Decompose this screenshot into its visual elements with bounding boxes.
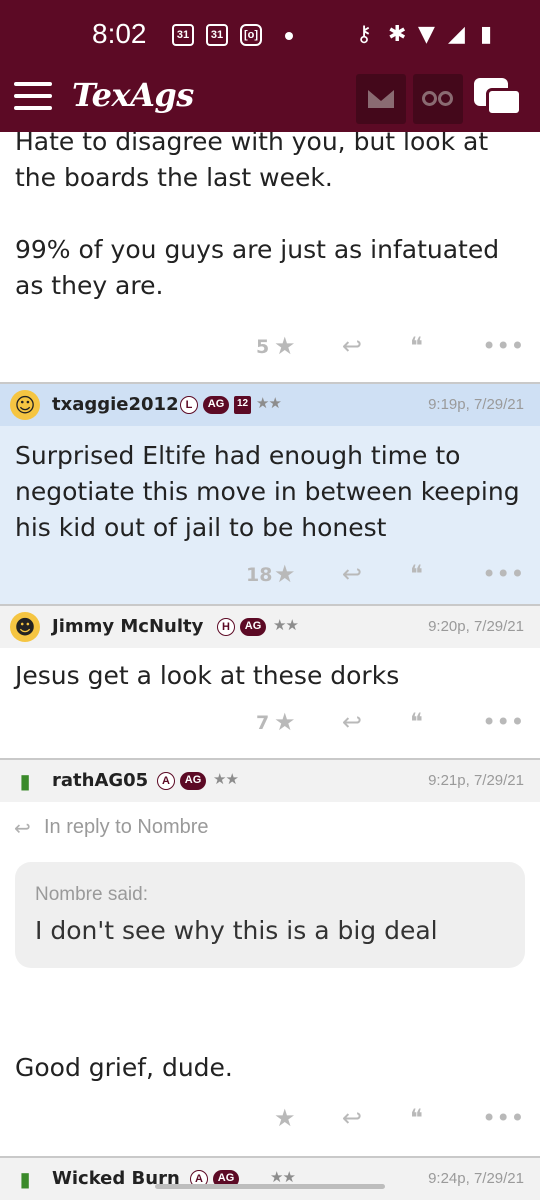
status-bar: 8:02 31 31 [o] ⚷ ✱ ▼ ◢ ▮ — [0, 0, 540, 72]
battery-icon: ▮ — [480, 22, 493, 47]
post-actions: 18 ★ ↩ ❝ ••• — [0, 546, 540, 604]
avatar[interactable]: ☺ — [10, 390, 40, 420]
binoculars-icon — [422, 91, 454, 107]
reply-icon[interactable]: ↩ — [342, 332, 362, 360]
home-indicator[interactable] — [155, 1184, 385, 1189]
messages-button[interactable] — [356, 74, 406, 124]
post-actions: 5 ★ ↩ ❝ ••• — [0, 318, 540, 382]
more-icon[interactable]: ••• — [482, 708, 524, 736]
ag-badge: AG — [240, 618, 266, 636]
quote-icon[interactable]: ❝ — [410, 1104, 423, 1132]
post-time: 9:19p, 7/29/21 — [428, 396, 524, 413]
rating-stars: ★★ — [256, 394, 282, 412]
bluetooth-icon: ✱ — [388, 22, 407, 47]
user-badge: L — [180, 396, 198, 414]
post-header: ☻ Jimmy McNulty H AG ★★ 9:20p, 7/29/21 — [0, 604, 540, 648]
avatar[interactable]: ☻ — [10, 612, 40, 642]
reply-icon[interactable]: ↩ — [342, 1104, 362, 1132]
post-header: ▮ rathAG05 A AG ★★ 9:21p, 7/29/21 — [0, 758, 540, 802]
post-actions: 7 ★ ↩ ❝ ••• — [0, 694, 540, 758]
phone-avatar[interactable]: ▮ — [10, 1164, 40, 1194]
phone-avatar[interactable]: ▮ — [10, 766, 40, 796]
quote-icon[interactable]: ❝ — [410, 332, 423, 360]
rating-stars: ★★ — [273, 616, 299, 634]
reply-icon[interactable]: ↩ — [342, 560, 362, 588]
post: ☻ Jimmy McNulty H AG ★★ 9:20p, 7/29/21 J… — [0, 604, 540, 758]
envelope-icon — [368, 90, 394, 108]
signal-icon: ◢ — [448, 22, 465, 47]
post: Hate to disagree with you, but look at t… — [0, 132, 540, 382]
ag-badge: AG — [203, 396, 229, 414]
quote-icon[interactable]: ❝ — [410, 560, 423, 588]
star-icon[interactable]: ★ — [274, 1104, 296, 1132]
top-bar: 8:02 31 31 [o] ⚷ ✱ ▼ ◢ ▮ TexAgs — [0, 0, 540, 132]
post-actions: ★ ↩ ❝ ••• — [0, 1090, 540, 1156]
post: ▮ Wicked Burn A AG ★★ 9:24p, 7/29/21 — [0, 1156, 540, 1200]
post: ☺ txaggie2012 L AG 12 ★★ 9:19p, 7/29/21 … — [0, 382, 540, 604]
in-reply-to-link[interactable]: ↩ In reply to Nombre — [0, 802, 540, 850]
post-time: 9:24p, 7/29/21 — [428, 1170, 524, 1187]
calendar-icon: 31 — [172, 24, 194, 46]
reply-icon[interactable]: ↩ — [342, 708, 362, 736]
watchlist-button[interactable] — [413, 74, 463, 124]
user-badge: A — [157, 772, 175, 790]
wifi-icon: ▼ — [418, 22, 435, 47]
quote-icon[interactable]: ❝ — [410, 708, 423, 736]
chat-icon[interactable] — [474, 78, 522, 122]
thread-content: Hate to disagree with you, but look at t… — [0, 132, 540, 1200]
notification-dot-icon — [285, 32, 293, 40]
username[interactable]: txaggie2012 — [52, 394, 179, 415]
like-count: 5 — [256, 336, 270, 358]
calendar-icon: 31 — [206, 24, 228, 46]
like-count: 7 — [256, 712, 270, 734]
site-logo[interactable]: TexAgs — [72, 76, 194, 114]
record-icon: [o] — [240, 24, 262, 46]
rating-stars: ★★ — [213, 770, 239, 788]
star-icon[interactable]: ★ — [274, 708, 296, 736]
menu-icon[interactable] — [14, 82, 54, 114]
post-header: ☺ txaggie2012 L AG 12 ★★ 9:19p, 7/29/21 — [0, 382, 540, 426]
quote-author: Nombre said: — [35, 884, 148, 905]
post-body: Surprised Eltife had enough time to nego… — [15, 441, 520, 542]
post-body: Good grief, dude. — [15, 1053, 233, 1082]
ag-badge: AG — [180, 772, 206, 790]
post-body: Jesus get a look at these dorks — [15, 661, 400, 690]
username[interactable]: Jimmy McNulty — [52, 616, 203, 637]
more-icon[interactable]: ••• — [482, 1104, 524, 1132]
post-body: Hate to disagree with you, but look at t… — [15, 132, 500, 300]
key-icon: ⚷ — [356, 22, 373, 47]
star-icon[interactable]: ★ — [274, 560, 296, 588]
more-icon[interactable]: ••• — [482, 560, 524, 588]
star-icon[interactable]: ★ — [274, 332, 296, 360]
like-count: 18 — [246, 564, 273, 586]
status-time: 8:02 — [92, 18, 147, 49]
user-badge: H — [217, 618, 235, 636]
username[interactable]: rathAG05 — [52, 770, 148, 791]
app-header: TexAgs — [0, 72, 540, 132]
more-icon[interactable]: ••• — [482, 332, 524, 360]
quote-text: I don't see why this is a big deal — [35, 916, 438, 945]
post-time: 9:21p, 7/29/21 — [428, 772, 524, 789]
post-body-container: Surprised Eltife had enough time to nego… — [0, 426, 540, 604]
post: ▮ rathAG05 A AG ★★ 9:21p, 7/29/21 ↩ In r… — [0, 758, 540, 1156]
class-year-badge: 12 — [234, 396, 251, 414]
post-header: ▮ Wicked Burn A AG ★★ 9:24p, 7/29/21 — [0, 1156, 540, 1200]
reply-icon: ↩ — [14, 818, 31, 840]
quote-block: Nombre said: I don't see why this is a b… — [15, 862, 525, 968]
in-reply-to-text: In reply to Nombre — [44, 816, 209, 838]
post-time: 9:20p, 7/29/21 — [428, 618, 524, 635]
